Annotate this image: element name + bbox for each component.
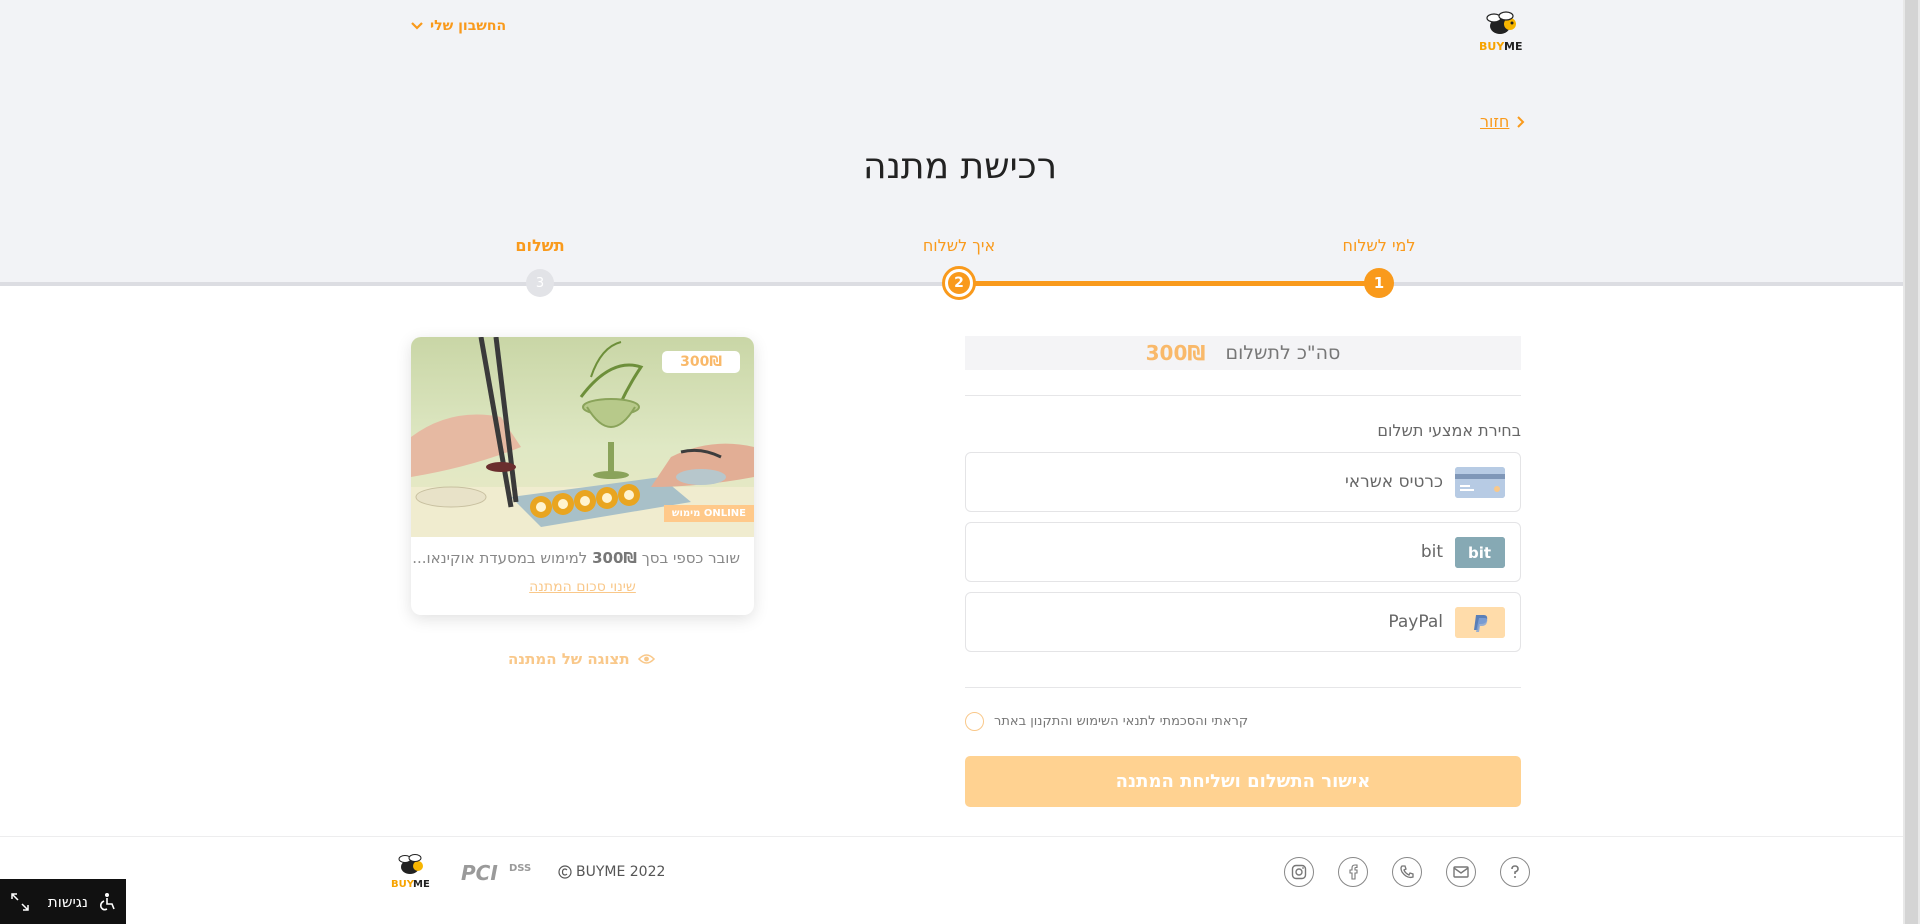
chevron-right-icon xyxy=(1517,115,1525,128)
gift-card-image: 300₪ מימוש ONLINE xyxy=(411,337,754,537)
gift-desc-prefix: שובר כספי בסך xyxy=(641,549,740,567)
pci-dss-text: DSS xyxy=(509,863,531,874)
footer-divider xyxy=(0,836,1920,837)
gift-desc-suffix: למימוש במסעדת אוקינאו... xyxy=(412,549,588,567)
terms-checkbox[interactable] xyxy=(965,712,984,731)
facebook-icon[interactable] xyxy=(1338,857,1368,887)
step-label-payment: תשלום xyxy=(515,236,565,255)
phone-icon[interactable] xyxy=(1392,857,1422,887)
gift-price-badge: 300₪ xyxy=(662,351,740,373)
bit-icon: bit xyxy=(1455,536,1505,568)
paypal-icon xyxy=(1455,606,1505,638)
step-label-delivery[interactable]: איך לשלוח xyxy=(923,236,995,255)
copyright: BUYME 2022 xyxy=(558,864,665,880)
back-label: חזור xyxy=(1480,112,1510,131)
step-dot-2-number: 2 xyxy=(948,272,970,294)
eye-icon xyxy=(637,654,655,664)
my-account-dropdown[interactable]: החשבון שלי xyxy=(410,18,506,34)
logo-text-me: ME xyxy=(1504,40,1522,53)
my-account-label: החשבון שלי xyxy=(430,18,507,34)
wheelchair-icon xyxy=(100,892,115,910)
online-redemption-tag: מימוש ONLINE xyxy=(663,505,754,522)
accessibility-label: נגישות xyxy=(47,892,88,911)
divider xyxy=(965,687,1521,688)
step-label-recipient[interactable]: למי לשלוח xyxy=(1343,236,1416,255)
copyright-text: BUYME 2022 xyxy=(576,864,666,880)
help-icon[interactable] xyxy=(1500,857,1530,887)
change-amount-link[interactable]: שינוי סכום המתנה xyxy=(411,579,754,595)
gift-card: 300₪ מימוש ONLINE שובר כספי בסך 300₪ למי… xyxy=(411,337,754,615)
bit-label: bit xyxy=(1420,542,1443,562)
chevron-down-icon xyxy=(411,22,423,30)
bee-logo-icon: BUY ME xyxy=(391,854,430,890)
copyright-icon xyxy=(558,865,572,879)
gift-desc-amount: 300₪ xyxy=(592,549,637,567)
gift-preview-label: תצוגה של המתנה xyxy=(508,650,630,668)
step-dot-3: 3 xyxy=(526,269,554,297)
accessibility-button[interactable]: נגישות xyxy=(0,879,126,924)
divider xyxy=(965,395,1521,396)
gift-preview-link[interactable]: תצוגה של המתנה xyxy=(508,650,655,668)
credit-card-label: כרטיס אשראי xyxy=(1344,472,1443,492)
page-title: רכישת מתנה xyxy=(862,146,1058,187)
mail-icon[interactable] xyxy=(1446,857,1476,887)
step-dot-1[interactable]: 1 xyxy=(1364,268,1394,298)
confirm-payment-button[interactable]: אישור התשלום ושליחת המתנה xyxy=(965,756,1521,807)
logo-text-buy: BUY xyxy=(391,879,415,890)
scrollbar-thumb[interactable] xyxy=(1905,0,1918,924)
expand-icon xyxy=(11,892,29,911)
logo-text-me: ME xyxy=(413,879,430,890)
payment-option-paypal[interactable]: PayPal xyxy=(965,592,1521,652)
footer-buyme-logo[interactable]: BUY ME xyxy=(390,851,436,895)
buyme-logo[interactable]: BUY ME xyxy=(1476,8,1532,54)
payment-option-credit-card[interactable]: כרטיס אשראי xyxy=(965,452,1521,512)
total-to-pay: סה"כ לתשלום 300₪ xyxy=(965,336,1521,370)
stepper-progress xyxy=(959,281,1379,286)
gift-card-description: שובר כספי בסך 300₪ למימוש במסעדת אוקינאו… xyxy=(411,549,754,567)
pci-dss-logo: PCI DSS xyxy=(461,858,535,886)
pci-text: PCI xyxy=(461,861,498,885)
paypal-label: PayPal xyxy=(1388,612,1443,632)
instagram-icon[interactable] xyxy=(1284,857,1314,887)
step-dot-2[interactable]: 2 xyxy=(942,266,976,300)
credit-card-icon xyxy=(1455,466,1505,498)
payment-option-bit[interactable]: bit bit xyxy=(965,522,1521,582)
back-link[interactable]: חזור xyxy=(1480,112,1525,131)
total-amount: 300₪ xyxy=(1145,341,1206,365)
terms-label: קראתי והסכמתי לתנאי השימוש והתקנון באתר xyxy=(994,714,1249,729)
logo-text-buy: BUY xyxy=(1479,40,1505,53)
terms-agreement[interactable]: קראתי והסכמתי לתנאי השימוש והתקנון באתר xyxy=(965,712,1521,731)
bee-logo-icon: BUY ME xyxy=(1479,11,1522,53)
page-scrollbar[interactable] xyxy=(1903,0,1920,924)
total-label: סה"כ לתשלום xyxy=(1225,342,1341,364)
payment-methods-title: בחירת אמצעי תשלום xyxy=(1377,421,1521,440)
svg-text:bit: bit xyxy=(1468,544,1491,562)
